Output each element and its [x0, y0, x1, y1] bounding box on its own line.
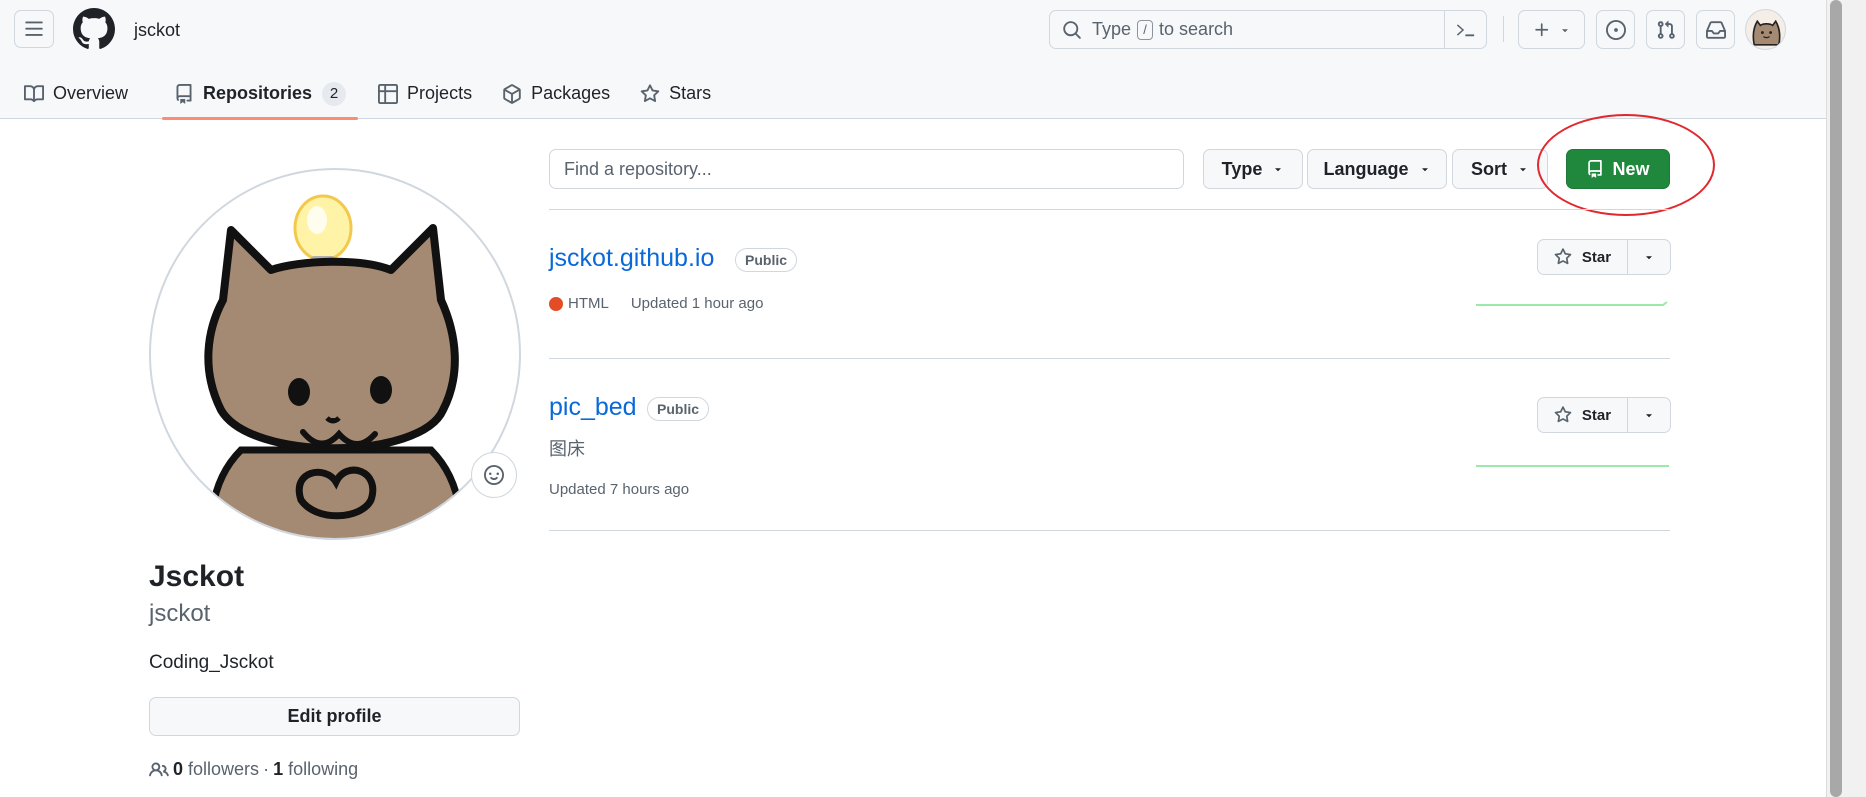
global-search[interactable]: Type / to search — [1049, 10, 1487, 49]
repo-count-badge: 2 — [322, 81, 347, 106]
star-list-dropdown[interactable] — [1628, 398, 1670, 432]
list-divider — [549, 209, 1670, 210]
tab-packages[interactable]: Packages — [490, 68, 622, 119]
tab-projects[interactable]: Projects — [366, 68, 484, 119]
create-new-button[interactable] — [1518, 10, 1585, 49]
caret-down-icon — [1561, 28, 1568, 32]
terminal-icon — [1456, 23, 1474, 36]
star-icon — [1554, 406, 1572, 423]
repo-updated: Updated 1 hour ago — [630, 295, 764, 312]
profile-bio: Coding_Jsckot — [149, 652, 274, 673]
find-repository-input[interactable] — [549, 149, 1184, 189]
issues-button[interactable] — [1596, 10, 1635, 49]
profile-tabs: Overview Repositories 2 Projects Package… — [0, 68, 723, 120]
list-divider — [549, 530, 1670, 531]
context-username[interactable]: jsckot — [134, 20, 180, 41]
search-hint: Type / to search — [1092, 19, 1234, 40]
repo-updated: Updated 7 hours ago — [549, 481, 690, 498]
list-divider — [549, 358, 1670, 359]
people-icon — [149, 761, 169, 776]
visibility-badge: Public — [735, 248, 798, 272]
caret-down-icon — [1421, 168, 1428, 172]
language-filter-button[interactable]: Language — [1307, 149, 1447, 189]
tab-label: Packages — [531, 83, 611, 103]
activity-sparkline — [1476, 301, 1668, 306]
repo-meta: HTML Updated 1 hour ago — [549, 295, 763, 312]
table-icon — [378, 83, 399, 104]
header-divider — [1503, 16, 1504, 42]
tab-label: Overview — [53, 83, 129, 103]
type-filter-button[interactable]: Type — [1203, 149, 1303, 189]
star-button-group: Star — [1537, 239, 1671, 275]
visibility-badge: Public — [647, 397, 710, 421]
tab-overview[interactable]: Overview — [12, 68, 140, 119]
book-icon — [24, 84, 44, 102]
tab-label: Stars — [669, 83, 712, 103]
following-link[interactable]: 1 following — [273, 759, 358, 780]
github-logo-icon[interactable] — [73, 8, 115, 50]
app-header: jsckot Type / to search Overview Reposit… — [0, 0, 1826, 120]
tab-label: Repositories — [203, 83, 313, 103]
set-status-button[interactable] — [471, 452, 517, 498]
user-avatar-menu[interactable] — [1745, 9, 1786, 50]
tab-stars[interactable]: Stars — [628, 68, 723, 119]
language-color-dot — [549, 296, 563, 311]
followers-link[interactable]: 0 followers — [173, 759, 259, 780]
plus-icon — [1534, 22, 1548, 36]
sort-filter-button[interactable]: Sort — [1452, 149, 1548, 189]
caret-down-icon — [1646, 414, 1652, 418]
repo-description: 图床 — [549, 439, 585, 459]
scrollbar-thumb[interactable] — [1830, 0, 1842, 797]
caret-down-icon — [1646, 256, 1652, 260]
package-icon — [503, 83, 521, 104]
pull-requests-button[interactable] — [1646, 10, 1685, 49]
stat-separator: · — [263, 759, 270, 779]
caret-down-icon — [1520, 168, 1526, 172]
inbox-icon — [1705, 20, 1726, 39]
tab-label: Projects — [407, 83, 473, 103]
menu-button[interactable] — [14, 10, 54, 48]
repo-name-link[interactable]: pic_bed — [549, 393, 637, 422]
repo-language: HTML — [568, 295, 609, 312]
profile-login: jsckot — [149, 600, 211, 627]
smiley-icon — [484, 465, 504, 485]
repo-icon — [176, 83, 192, 104]
star-button[interactable]: Star — [1538, 240, 1628, 274]
star-button[interactable]: Star — [1538, 398, 1628, 432]
follow-stats: 0 followers · 1 following — [149, 759, 358, 780]
issue-circle-icon — [1605, 19, 1626, 40]
tab-repositories[interactable]: Repositories 2 — [162, 68, 359, 120]
cat-with-lightbulb-icon — [204, 194, 465, 538]
highlight-annotation — [1537, 114, 1715, 216]
profile-avatar[interactable] — [149, 168, 521, 540]
activity-sparkline — [1476, 465, 1669, 467]
profile-fullname: Jsckot — [149, 560, 245, 593]
search-shortcut-key: / — [1137, 19, 1154, 40]
star-icon — [640, 83, 660, 102]
repo-meta: Updated 7 hours ago — [549, 481, 689, 498]
star-icon — [1554, 248, 1572, 265]
search-icon — [1063, 20, 1081, 39]
command-palette-button[interactable] — [1444, 11, 1486, 48]
star-button-group: Star — [1537, 397, 1671, 433]
star-list-dropdown[interactable] — [1628, 240, 1670, 274]
cat-avatar-icon — [1752, 19, 1781, 46]
caret-down-icon — [1275, 168, 1282, 172]
repo-name-link[interactable]: jsckot.github.io — [549, 244, 714, 273]
inbox-button[interactable] — [1696, 10, 1735, 49]
edit-profile-button[interactable]: Edit profile — [149, 697, 520, 736]
pull-request-icon — [1657, 20, 1675, 39]
hamburger-icon — [25, 21, 43, 36]
